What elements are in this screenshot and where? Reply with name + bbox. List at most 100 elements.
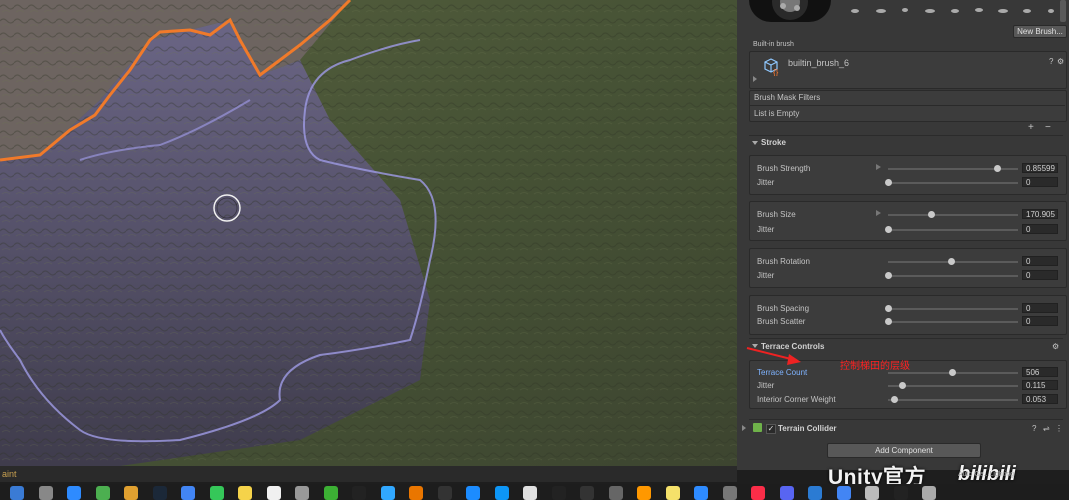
interior-corner-weight-knob[interactable] [891, 396, 898, 403]
brush-size-slider[interactable] [888, 214, 1018, 216]
brush-size-label: Brush Size [757, 210, 796, 219]
safari-icon[interactable] [67, 486, 81, 500]
remove-filter-button[interactable]: − [1045, 122, 1051, 133]
app-store-icon[interactable] [494, 486, 509, 500]
stroke-header[interactable]: Stroke [761, 138, 786, 147]
jitter-field[interactable]: 0 [1022, 224, 1058, 234]
mask-filters-empty: List is Empty [754, 109, 800, 118]
terrace-jitter-field[interactable]: 0.115 [1022, 380, 1058, 390]
terrace-settings-icon[interactable]: ⚙ [1052, 342, 1059, 351]
messages-icon[interactable] [209, 486, 224, 500]
brush-spacing-slider[interactable] [888, 308, 1018, 310]
jitter-slider[interactable] [888, 182, 1018, 184]
app-icon[interactable] [608, 486, 623, 500]
terrace-jitter-label: Jitter [757, 381, 775, 390]
brush-scatter-knob[interactable] [885, 318, 892, 325]
interior-corner-weight-slider[interactable] [888, 399, 1018, 401]
launchpad-icon[interactable] [38, 486, 53, 500]
brush-size-field[interactable]: 170.905 [1022, 209, 1058, 219]
music-icon[interactable] [751, 486, 765, 500]
safari-icon[interactable] [694, 486, 708, 500]
play-icon[interactable] [876, 210, 881, 216]
interior-corner-weight-field[interactable]: 0.053 [1022, 394, 1058, 404]
calendar-icon[interactable] [266, 486, 281, 500]
scene-view[interactable] [0, 0, 737, 466]
expand-arrow-icon[interactable] [753, 76, 757, 82]
jitter-label: Jitter [757, 271, 775, 280]
unity-hub-icon[interactable] [580, 486, 594, 500]
jitter-knob[interactable] [885, 179, 892, 186]
chrome-icon[interactable] [181, 486, 195, 500]
brush-spacing-knob[interactable] [885, 305, 892, 312]
collider-preset-icon[interactable]: ⇌ [1043, 424, 1050, 433]
notes-icon[interactable] [238, 486, 252, 500]
xcode-icon[interactable] [466, 486, 480, 500]
brush-rotation-label: Brush Rotation [757, 257, 810, 266]
help-icon[interactable]: ? [1049, 57, 1053, 66]
maps-icon[interactable] [95, 486, 110, 500]
jitter-knob[interactable] [885, 226, 892, 233]
terrain-render [0, 0, 737, 466]
brush-scatter-slider[interactable] [888, 321, 1018, 323]
terrace-jitter-knob[interactable] [899, 382, 906, 389]
brush-spacing-label: Brush Spacing [757, 304, 810, 313]
preview-icon[interactable] [865, 486, 879, 500]
jitter-field[interactable]: 0 [1022, 270, 1058, 280]
brush-strength-knob[interactable] [994, 165, 1001, 172]
jitter-slider[interactable] [888, 275, 1018, 277]
terrace-jitter-slider[interactable] [888, 385, 1018, 387]
jitter-knob[interactable] [885, 272, 892, 279]
brush-spacing-field[interactable]: 0 [1022, 303, 1058, 313]
brush-rotation-knob[interactable] [948, 258, 955, 265]
terrain-collider-header[interactable]: Terrain Collider [778, 424, 837, 433]
terrace-count-knob[interactable] [949, 369, 956, 376]
finder-icon[interactable] [10, 486, 24, 500]
settings-gear-icon[interactable]: ⚙ [1057, 57, 1064, 66]
app-icon[interactable] [295, 486, 309, 500]
chrome-icon[interactable] [836, 486, 851, 500]
add-component-button[interactable]: Add Component [827, 443, 981, 458]
brush-rotation-field[interactable]: 0 [1022, 256, 1058, 266]
scrollbar[interactable] [1060, 0, 1066, 22]
foldout-arrow-icon[interactable] [742, 425, 746, 431]
brush-scatter-field[interactable]: 0 [1022, 316, 1058, 326]
vscode-icon[interactable] [808, 486, 822, 500]
photos-icon[interactable] [124, 486, 138, 500]
add-filter-button[interactable]: + [1028, 122, 1034, 133]
settings-icon[interactable] [722, 486, 737, 500]
jitter-label: Jitter [757, 225, 775, 234]
collider-help-icon[interactable]: ? [1032, 424, 1036, 433]
jitter-label: Jitter [757, 178, 775, 187]
builtin-brush-header: Built-in brush [753, 41, 794, 48]
terrain-collider-checkbox[interactable]: ✓ [766, 424, 776, 434]
inspector-panel: New Brush... Built-in brush {} builtin_b… [737, 0, 1069, 470]
trash-icon[interactable] [922, 486, 936, 500]
github-icon[interactable] [437, 486, 452, 500]
brush-size-knob[interactable] [928, 211, 935, 218]
discord-icon[interactable] [779, 486, 794, 500]
blender-icon[interactable] [409, 486, 423, 500]
play-icon[interactable] [876, 164, 881, 170]
tasks-icon[interactable] [523, 486, 537, 500]
steam-icon[interactable] [152, 486, 167, 500]
terminal-icon[interactable] [352, 486, 366, 500]
photoshop-icon[interactable] [380, 486, 395, 500]
brush-preview[interactable] [749, 0, 831, 22]
annotation-text: 控制梯田的层级 [840, 361, 910, 372]
brush-strength-field[interactable]: 0.85599 [1022, 163, 1058, 173]
jitter-slider[interactable] [888, 229, 1018, 231]
brush-scatter-label: Brush Scatter [757, 317, 806, 326]
new-brush-button[interactable]: New Brush... [1013, 25, 1067, 38]
terrain-collider-icon [753, 423, 762, 432]
collider-menu-icon[interactable]: ⋮ [1055, 424, 1063, 433]
stickies-icon[interactable] [665, 486, 680, 500]
brush-thumbnails[interactable] [845, 4, 1060, 18]
unity-icon[interactable] [893, 486, 908, 500]
unity-icon[interactable] [551, 486, 566, 500]
sublime-icon[interactable] [637, 486, 651, 500]
stroke-foldout-icon[interactable] [752, 141, 758, 145]
brush-name: builtin_brush_6 [788, 58, 850, 68]
jitter-field[interactable]: 0 [1022, 177, 1058, 187]
wechat-icon[interactable] [323, 486, 338, 500]
terrace-count-field[interactable]: 506 [1022, 367, 1058, 377]
